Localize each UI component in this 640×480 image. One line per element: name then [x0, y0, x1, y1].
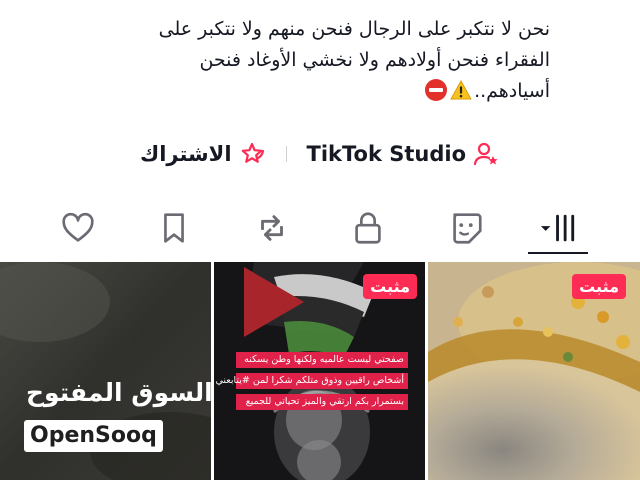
profile-links-row: الاشتراك TikTok Studio — [0, 138, 640, 170]
video-caption: بستمرار بكم ارتقي والميز تحياتي للجميع — [236, 394, 408, 410]
video-thumbnail[interactable]: السوق المفتوح OpenSooq — [0, 262, 211, 480]
tab-private[interactable] — [344, 204, 392, 252]
tab-stickers[interactable] — [442, 204, 490, 252]
video-caption: صفحتي ليست عالميه ولكنها وطن يسكنه — [236, 352, 408, 368]
no-entry-emoji-icon — [424, 78, 448, 102]
video-grid: السوق المفتوح OpenSooq مثبت صفحتي ليست ع… — [0, 262, 640, 480]
pinned-badge: مثبت — [363, 274, 417, 299]
grid-icon — [540, 214, 575, 242]
active-tab-indicator — [528, 252, 588, 254]
video-thumbnail[interactable]: مثبت صفحتي ليست عالميه ولكنها وطن يسكنه … — [214, 262, 425, 480]
tab-liked[interactable] — [54, 204, 102, 252]
bio-line: أسيادهم.. — [474, 80, 550, 102]
repost-icon — [261, 215, 283, 241]
video-thumbnail[interactable]: مثبت — [428, 262, 640, 480]
profile-bio: نحن لا نتكبر على الرجال فنحن منهم ولا نت… — [90, 14, 550, 107]
bio-line: الفقراء فنحن أولادهم ولا نخشي الأوغاد فن… — [199, 49, 550, 71]
video-caption: أشخاص راقيين وذوق متلكم شكرا لمن #يتابعن… — [216, 373, 408, 389]
subscribe-label: الاشتراك — [139, 142, 232, 166]
pinned-badge: مثبت — [572, 274, 626, 299]
creator-star-icon — [473, 142, 498, 166]
profile-tabs — [0, 200, 640, 256]
link-divider — [285, 146, 287, 162]
tab-videos[interactable] — [534, 204, 582, 252]
tiktok-studio-label: TikTok Studio — [306, 142, 467, 166]
heart-icon — [62, 212, 94, 242]
tiktok-studio-link[interactable]: TikTok Studio — [307, 140, 501, 168]
brand-latin: OpenSooq — [24, 420, 163, 452]
subscribe-star-icon — [241, 142, 264, 163]
bio-line-with-emoji: أسيادهم.. — [90, 76, 550, 107]
sticker-icon — [453, 213, 482, 244]
tab-reposts[interactable] — [248, 204, 296, 252]
bookmark-icon — [164, 213, 184, 243]
warning-emoji-icon — [450, 80, 472, 100]
subscribe-link[interactable]: الاشتراك — [140, 140, 266, 168]
lock-icon — [355, 212, 381, 244]
brand-arabic: السوق المفتوح — [26, 378, 211, 407]
bio-line: نحن لا نتكبر على الرجال فنحن منهم ولا نت… — [158, 18, 550, 40]
tab-favorites[interactable] — [150, 204, 198, 252]
